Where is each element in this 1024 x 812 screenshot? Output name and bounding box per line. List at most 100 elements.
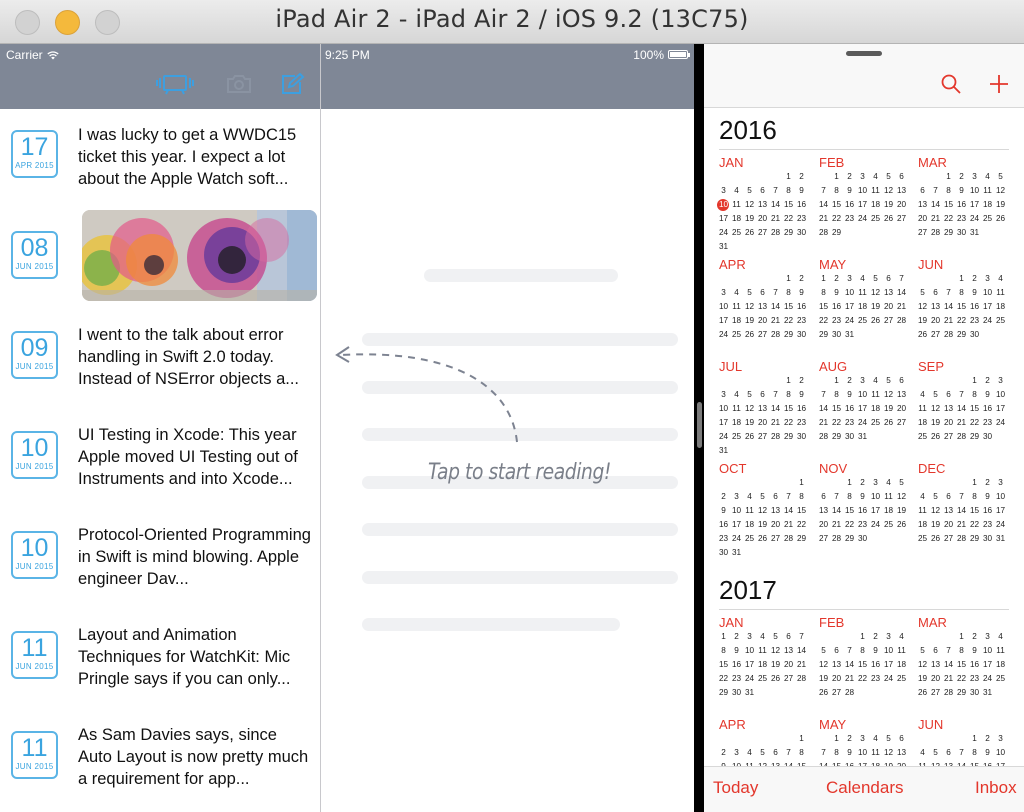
list-item[interactable]: 10 JUN 2015 UI Testing in Xcode: This ye… [0, 409, 320, 509]
day-cell[interactable]: 1 [795, 732, 808, 746]
day-cell[interactable]: 18 [730, 416, 743, 430]
day-cell[interactable]: 24 [717, 430, 730, 444]
day-cell[interactable]: 8 [830, 184, 843, 198]
day-cell[interactable]: 23 [981, 518, 994, 532]
day-cell[interactable]: 3 [994, 732, 1007, 746]
day-cell[interactable]: 1 [955, 272, 968, 286]
day-cell[interactable]: 8 [942, 184, 955, 198]
day-cell[interactable]: 6 [942, 746, 955, 760]
day-cell[interactable]: 10 [968, 184, 981, 198]
day-cell[interactable]: 20 [916, 212, 929, 226]
day-cell[interactable]: 4 [869, 170, 882, 184]
day-cell[interactable]: 12 [882, 184, 895, 198]
day-cell[interactable]: 26 [994, 212, 1007, 226]
day-cell[interactable]: 24 [856, 416, 869, 430]
day-cell[interactable]: 25 [756, 672, 769, 686]
day-cell[interactable]: 8 [782, 286, 795, 300]
day-cell[interactable]: 21 [955, 416, 968, 430]
day-cell[interactable]: 19 [882, 402, 895, 416]
day-cell[interactable]: 14 [929, 198, 942, 212]
day-cell[interactable]: 5 [882, 170, 895, 184]
day-cell[interactable]: 30 [981, 430, 994, 444]
day-cell[interactable]: 5 [929, 388, 942, 402]
day-cell[interactable]: 28 [782, 532, 795, 546]
day-cell[interactable]: 6 [756, 388, 769, 402]
month-mar[interactable]: MAR 1 2 3 4 5 6 7 8 9 10 11 12 13 14 15 16 17 18 19 20 21 22 23… [916, 615, 1008, 700]
day-cell[interactable]: 28 [955, 430, 968, 444]
day-cell[interactable]: 3 [717, 286, 730, 300]
day-cell[interactable]: 1 [782, 272, 795, 286]
day-cell[interactable]: 4 [730, 184, 743, 198]
day-cell[interactable]: 29 [795, 532, 808, 546]
day-cell[interactable]: 20 [882, 300, 895, 314]
day-cell[interactable]: 26 [895, 518, 908, 532]
day-cell[interactable]: 18 [882, 504, 895, 518]
day-cell[interactable]: 13 [916, 198, 929, 212]
day-cell[interactable]: 2 [968, 630, 981, 644]
day-cell[interactable]: 27 [882, 314, 895, 328]
day-cell[interactable]: 7 [942, 286, 955, 300]
day-cell[interactable]: 27 [942, 532, 955, 546]
day-cell[interactable]: 25 [994, 314, 1007, 328]
day-cell[interactable]: 31 [717, 240, 730, 254]
day-cell[interactable]: 20 [942, 416, 955, 430]
month-aug[interactable]: AUG 1 2 3 4 5 6 7 8 9 10 11 12 13 14 15 16 17 18 19 20 21 22 23… [817, 359, 909, 444]
day-cell[interactable]: 3 [843, 272, 856, 286]
day-cell[interactable]: 26 [869, 314, 882, 328]
day-cell[interactable]: 23 [843, 416, 856, 430]
day-cell[interactable]: 1 [830, 374, 843, 388]
day-cell[interactable]: 6 [895, 170, 908, 184]
day-cell[interactable]: 5 [916, 644, 929, 658]
day-cell[interactable]: 29 [968, 430, 981, 444]
day-cell[interactable]: 17 [981, 658, 994, 672]
day-cell[interactable]: 5 [743, 184, 756, 198]
day-cell[interactable]: 18 [869, 198, 882, 212]
day-cell[interactable]: 24 [981, 314, 994, 328]
day-cell[interactable]: 27 [756, 328, 769, 342]
day-cell[interactable]: 26 [916, 328, 929, 342]
day-cell[interactable]: 8 [717, 644, 730, 658]
day-cell[interactable]: 15 [955, 300, 968, 314]
day-cell[interactable]: 18 [981, 198, 994, 212]
day-cell[interactable]: 28 [895, 314, 908, 328]
day-cell[interactable]: 15 [955, 658, 968, 672]
day-cell[interactable]: 2 [830, 272, 843, 286]
day-cell[interactable]: 29 [830, 430, 843, 444]
day-cell[interactable]: 9 [843, 184, 856, 198]
day-cell[interactable]: 5 [743, 286, 756, 300]
day-cell[interactable]: 27 [929, 328, 942, 342]
day-cell[interactable]: 13 [895, 184, 908, 198]
camera-icon[interactable] [226, 73, 252, 95]
day-cell[interactable]: 29 [942, 226, 955, 240]
day-cell[interactable]: 19 [916, 672, 929, 686]
day-cell[interactable]: 31 [717, 444, 730, 458]
day-cell[interactable]: 28 [955, 532, 968, 546]
day-cell[interactable]: 27 [782, 672, 795, 686]
day-cell[interactable]: 17 [856, 198, 869, 212]
day-cell[interactable]: 14 [769, 402, 782, 416]
day-cell[interactable]: 7 [955, 490, 968, 504]
day-cell[interactable]: 25 [730, 226, 743, 240]
day-cell[interactable]: 9 [968, 286, 981, 300]
day-cell[interactable]: 24 [869, 518, 882, 532]
day-cell[interactable]: 26 [769, 672, 782, 686]
day-cell[interactable]: 25 [916, 430, 929, 444]
day-cell[interactable]: 23 [795, 212, 808, 226]
day-cell[interactable]: 17 [968, 198, 981, 212]
day-cell[interactable]: 30 [830, 328, 843, 342]
day-cell[interactable]: 3 [882, 630, 895, 644]
day-cell[interactable]: 21 [843, 672, 856, 686]
day-cell[interactable]: 11 [756, 644, 769, 658]
day-cell[interactable]: 12 [869, 286, 882, 300]
day-cell[interactable]: 26 [882, 416, 895, 430]
day-cell[interactable]: 9 [955, 184, 968, 198]
day-cell[interactable]: 22 [817, 314, 830, 328]
day-cell[interactable]: 2 [843, 374, 856, 388]
day-cell[interactable]: 1 [817, 272, 830, 286]
day-cell[interactable]: 22 [955, 672, 968, 686]
day-cell[interactable]: 12 [882, 388, 895, 402]
day-cell[interactable]: 6 [769, 746, 782, 760]
day-cell[interactable]: 2 [981, 374, 994, 388]
month-may[interactable]: MAY1234567891011121314151617181920212223… [817, 257, 909, 342]
day-cell[interactable]: 1 [843, 476, 856, 490]
